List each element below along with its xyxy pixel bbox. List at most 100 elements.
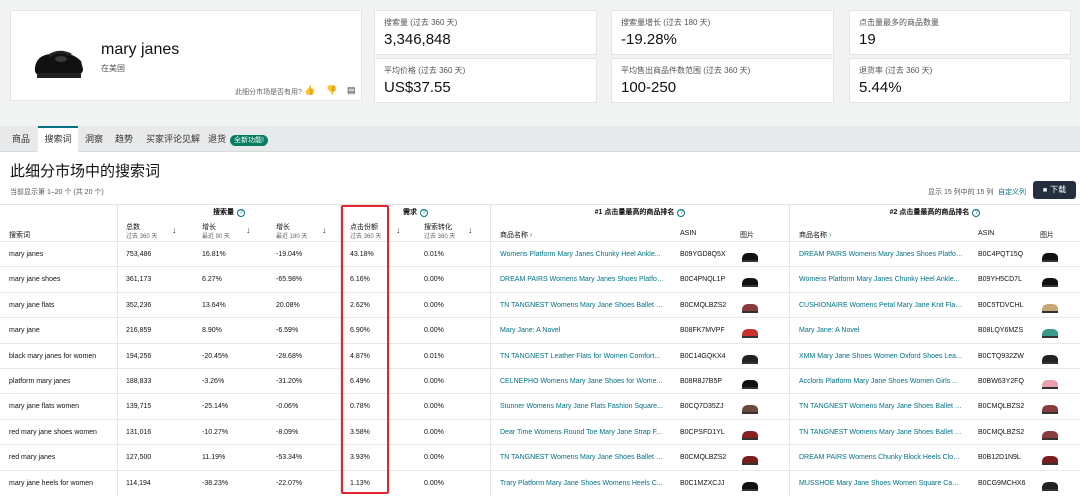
col-conversion-sub: 过去 360 天	[424, 234, 456, 240]
download-button[interactable]: ■ 下载	[1033, 181, 1076, 199]
product-thumbnail-1[interactable]	[740, 423, 760, 442]
cell-asin-2: B0CTQ932ZW	[978, 352, 1024, 360]
product-thumbnail-1[interactable]	[740, 448, 760, 467]
cell-growth-90: -10.27%	[202, 428, 229, 436]
cell-asin-2: B09YH5CD7L	[978, 276, 1022, 284]
cell-product-name-1[interactable]: Mary Jane: A Novel	[500, 318, 664, 343]
col-image-2: 图片	[1040, 232, 1054, 239]
cell-growth-180: -8.09%	[276, 428, 299, 436]
tab-products[interactable]: 商品	[6, 126, 36, 152]
metric-value: 100-250	[621, 79, 677, 96]
info-icon: ?	[420, 209, 428, 217]
cell-search-term: mary jane flats women	[9, 403, 80, 411]
cell-product-name-1[interactable]: Stunner Womens Mary Jane Flats Fashion S…	[500, 394, 664, 419]
cell-product-name-2[interactable]: Womens Platform Mary Janes Chunky Heel A…	[799, 267, 963, 292]
cell-asin-1: B0CQ7D35ZJ	[680, 403, 724, 411]
tab-insights[interactable]: 洞察	[80, 126, 108, 152]
col-product-name-2[interactable]: 商品名称 ›	[799, 230, 831, 240]
product-thumbnail-2[interactable]	[1040, 423, 1060, 442]
cell-product-name-1[interactable]: DREAM PAIRS Womens Mary Janes Shoes Plat…	[500, 267, 664, 292]
product-thumbnail-2[interactable]	[1040, 474, 1060, 493]
comment-icon[interactable]: ▤	[347, 85, 357, 95]
metric-label: 点击量最多的商品数量	[859, 18, 939, 27]
cell-total: 188,833	[126, 378, 152, 385]
product-thumbnail-1[interactable]	[740, 372, 760, 391]
product-thumbnail-1[interactable]	[740, 296, 760, 315]
product-name: mary janes	[101, 41, 180, 58]
cell-asin-2: B0CG9MCHX6	[978, 479, 1026, 487]
product-thumbnail-2[interactable]	[1040, 397, 1060, 416]
cell-product-name-1[interactable]: TN TANGNEST Womens Mary Jane Shoes Balle…	[500, 293, 664, 318]
cell-total: 114,194	[126, 479, 151, 487]
product-thumbnail-1[interactable]	[740, 474, 760, 493]
tab-returns[interactable]: 退货 全新功能!	[208, 126, 280, 152]
cell-product-name-1[interactable]: Trary Platform Mary Jane Shoes Womens He…	[500, 471, 664, 496]
table-row: mary jane heels for women 114,194 -38.23% -…	[0, 469, 1080, 496]
cell-search-term: mary janes	[9, 251, 44, 258]
cell-asin-1: B0C4PNQL1P	[680, 276, 726, 284]
product-thumbnail-2[interactable]	[1040, 321, 1060, 340]
metric-card-top-clicked-count: 点击量最多的商品数量 19	[849, 10, 1071, 55]
col-asin-1[interactable]: ASIN	[680, 230, 696, 237]
info-icon: ?	[972, 209, 981, 217]
sort-down-icon[interactable]: ↓	[468, 225, 473, 235]
product-thumbnail-2[interactable]	[1040, 296, 1060, 315]
product-thumbnail-2[interactable]	[1040, 245, 1060, 264]
metric-value: -19.28%	[621, 31, 677, 48]
cell-conversion: 0.00%	[424, 428, 444, 436]
table-row: red mary janes 127,500 11.19% -53.34% 3.93% 0…	[0, 444, 1080, 469]
cell-product-name-1[interactable]: Womens Platform Mary Janes Chunky Heel A…	[500, 242, 664, 267]
sort-down-icon[interactable]: ↓	[396, 225, 401, 235]
tab-search-terms[interactable]: 搜索词	[38, 126, 78, 152]
feedback-question: 此细分市场是否有用?	[235, 89, 302, 96]
tab-trends[interactable]: 趋势	[110, 126, 138, 152]
tab-review-insights[interactable]: 买家评论见解	[142, 126, 204, 152]
cell-asin-1: B0C1MZXCJJ	[680, 479, 725, 487]
metric-value: 19	[859, 31, 876, 48]
cell-growth-180: -0.06%	[276, 403, 299, 411]
table-row: red mary jane shoes women 131,016 -10.27% -…	[0, 418, 1080, 445]
cell-asin-2: B0B12D1N9L	[978, 454, 1021, 462]
cell-product-name-1[interactable]: CELNEPHO Womens Mary Jane Shoes for Wome…	[500, 369, 664, 394]
cell-product-name-2[interactable]: MUSSHOE Mary Jane Shoes Women Square Cap…	[799, 471, 963, 496]
cell-product-name-2[interactable]: DREAM PAIRS Womens Mary Janes Shoes Plat…	[799, 242, 963, 267]
sort-down-icon[interactable]: ↓	[172, 225, 177, 235]
cell-product-name-1[interactable]: Dear Time Womens Round Toe Mary Jane Str…	[500, 420, 664, 445]
product-thumbnail-1[interactable]	[740, 245, 760, 264]
product-thumbnail-2[interactable]	[1040, 448, 1060, 467]
sort-down-icon[interactable]: ↓	[322, 225, 327, 235]
cell-product-name-2[interactable]: DREAM PAIRS Womens Chunky Block Heels Cl…	[799, 445, 963, 470]
product-thumbnail-1[interactable]	[740, 347, 760, 366]
cell-product-name-2[interactable]: CUSHIONAIRE Womens Petal Mary Jane Knit …	[799, 293, 963, 318]
cell-asin-1: B0CMQLBZS2	[680, 301, 727, 309]
customize-columns-link[interactable]: 自定义列	[998, 187, 1026, 197]
col-product-name-1[interactable]: 商品名称 ›	[500, 230, 532, 240]
cell-growth-180: -28.68%	[276, 352, 303, 360]
cell-product-name-2[interactable]: TN TANGNEST Womens Mary Jane Shoes Balle…	[799, 420, 963, 445]
cell-product-name-1[interactable]: TN TANGNEST Leather Flats for Women Comf…	[500, 344, 664, 369]
cell-product-name-1[interactable]: TN TANGNEST Womens Mary Jane Shoes Balle…	[500, 445, 664, 470]
cell-growth-180: -31.20%	[276, 378, 303, 385]
col-asin-2[interactable]: ASIN	[978, 230, 994, 237]
thumbs-up-icon[interactable]: 👍	[304, 85, 315, 95]
product-thumbnail-1[interactable]	[740, 321, 760, 340]
col-growth-180-sub: 最近 180 天	[276, 234, 308, 240]
cell-product-name-2[interactable]: Mary Jane: A Novel	[799, 318, 963, 343]
product-thumbnail-2[interactable]	[1040, 270, 1060, 289]
cell-product-name-2[interactable]: XMM Mary Jane Shoes Women Oxford Shoes L…	[799, 344, 963, 369]
thumbs-down-icon[interactable]: 👎	[326, 85, 337, 95]
product-thumbnail-1[interactable]	[740, 397, 760, 416]
cell-product-name-2[interactable]: Accloris Platform Mary Jane Shoes Women …	[799, 369, 963, 394]
metric-card-avg-price: 平均价格 (过去 360 天) US$37.55	[374, 58, 597, 103]
metric-label: 搜索量 (过去 360 天)	[384, 18, 458, 27]
sort-down-icon[interactable]: ↓	[246, 225, 251, 235]
cell-conversion: 0.00%	[424, 276, 444, 284]
col-growth-90-sub: 最近 90 天	[202, 234, 231, 240]
cell-product-name-2[interactable]: TN TANGNEST Womens Mary Jane Shoes Balle…	[799, 394, 963, 419]
product-thumbnail-2[interactable]	[1040, 347, 1060, 366]
col-search-term[interactable]: 搜索词	[9, 230, 30, 240]
product-thumbnail-2[interactable]	[1040, 372, 1060, 391]
metric-card-return-rate: 退货率 (过去 360 天) 5.44%	[849, 58, 1071, 103]
tab-bar: 商品 搜索词 洞察 趋势 买家评论见解 退货 全新功能!	[0, 126, 1080, 152]
product-thumbnail-1[interactable]	[740, 270, 760, 289]
